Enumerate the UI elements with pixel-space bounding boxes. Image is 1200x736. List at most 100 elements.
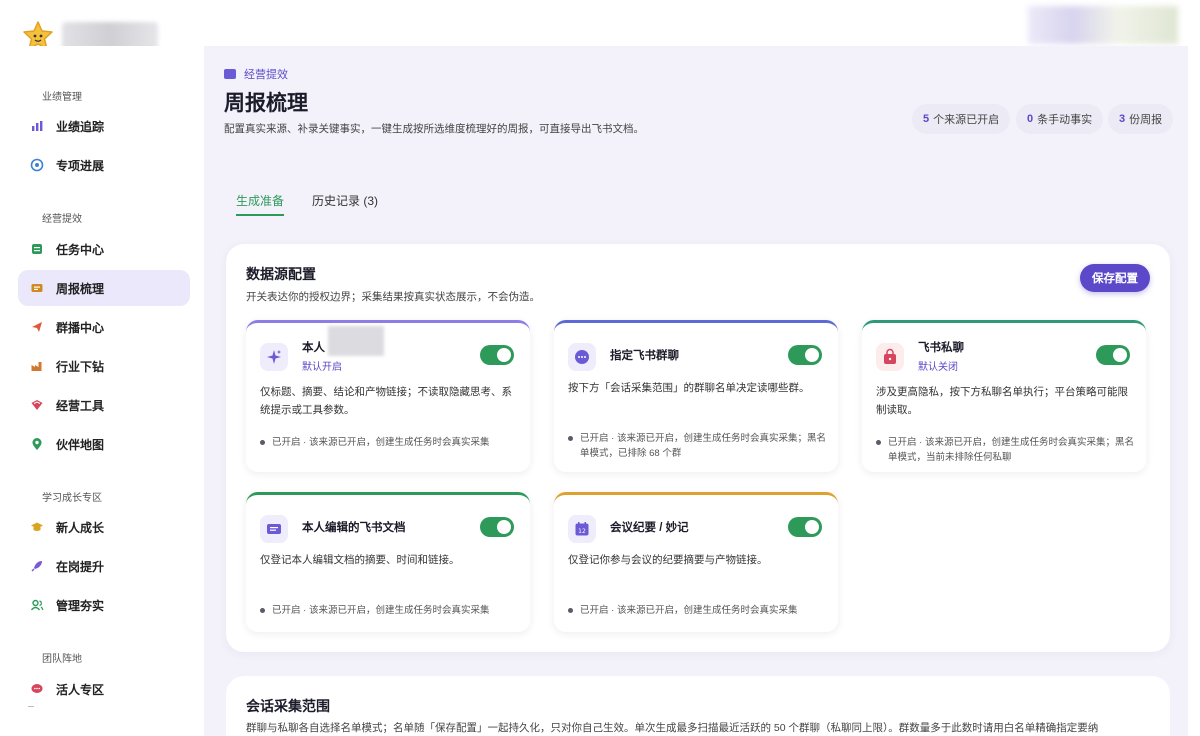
panel-title: 会话采集范围 — [246, 698, 330, 714]
factory-icon — [28, 357, 46, 375]
sidebar-section-label: 团队阵地 — [42, 654, 82, 665]
stat-label: 条手动事实 — [1037, 114, 1093, 126]
stat-manual-facts: 0 条手动事实 — [1016, 104, 1104, 134]
blurred-username — [328, 326, 384, 356]
sidebar-item-active-zone[interactable]: 活人专区 — [18, 671, 190, 707]
save-config-button[interactable]: 保存配置 — [1080, 264, 1150, 292]
card-status: 已开启 · 该来源已开启，创建生成任务时会真实采集 — [568, 603, 830, 618]
panel-description: 群聊与私聊各自选择名单模式；名单随「保存配置」一起持久化，只对你自己生效。单次生… — [246, 722, 1099, 734]
sidebar-item-management[interactable]: 管理夯实 — [18, 587, 190, 623]
conversation-scope-panel: 会话采集范围 群聊与私聊各自选择名单模式；名单随「保存配置」一起持久化，只对你自… — [226, 676, 1170, 736]
sidebar-item-label: 新人成长 — [56, 520, 105, 535]
source-card-group-chat: 指定飞书群聊 按下方「会话采集范围」的群聊名单决定读哪些群。 已开启 · 该来源… — [554, 320, 838, 472]
chat-group-icon — [568, 343, 596, 371]
source-toggle[interactable] — [480, 345, 514, 365]
tab-history[interactable]: 历史记录 (3) — [312, 192, 378, 209]
page-description: 配置真实来源、补录关键事实，一键生成按所选维度梳理好的周报，可直接导出飞书文档。 — [224, 123, 644, 135]
calendar-icon: 12 — [568, 515, 596, 543]
map-pin-icon — [28, 435, 46, 453]
sidebar-item-newcomer[interactable]: 新人成长 — [18, 509, 190, 545]
sidebar-item-label: 伙伴地图 — [56, 437, 105, 452]
sidebar-item-partner-map[interactable]: 伙伴地图 — [18, 426, 190, 462]
page-title: 周报梳理 — [224, 92, 308, 115]
card-subtitle: 默认开启 — [302, 362, 342, 373]
stat-label: 个来源已开启 — [933, 114, 1000, 126]
sidebar-item-label: 管理夯实 — [56, 598, 105, 613]
breadcrumb[interactable]: 经营提效 — [224, 66, 288, 82]
lock-bag-icon — [876, 343, 904, 371]
card-description: 仅登记你参与会议的纪要摘要与产物链接。 — [568, 554, 768, 566]
sidebar-item-industry[interactable]: 行业下钻 — [18, 348, 190, 384]
source-toggle[interactable] — [480, 517, 514, 537]
sidebar-item-tasks[interactable]: 任务中心 — [18, 231, 190, 267]
sparkle-icon — [260, 343, 288, 371]
sidebar-section-label: 业绩管理 — [42, 92, 82, 103]
source-toggle[interactable] — [788, 517, 822, 537]
card-description: 涉及更高隐私，按下方私聊名单执行；平台策略可能限制读取。 — [876, 386, 1128, 416]
svg-text:12: 12 — [578, 528, 586, 535]
sidebar: 业绩管理 业绩追踪 专项进展 经营提效 任务中心 周报梳理 群播中心 行业下钻 … — [0, 46, 204, 736]
tab-generate-prep[interactable]: 生成准备 — [236, 192, 284, 209]
panel-description: 开关表达你的授权边界；采集结果按真实状态展示，不会伪造。 — [246, 291, 540, 303]
card-subtitle: 默认关闭 — [918, 362, 958, 373]
blurred-user-area[interactable] — [1028, 6, 1178, 44]
sidebar-item-projects[interactable]: 专项进展 — [18, 147, 190, 183]
toolbox-icon — [28, 396, 46, 414]
sidebar-item-label: 活人专区 — [56, 682, 105, 697]
sidebar-item-label: 任务中心 — [56, 242, 105, 257]
sidebar-item-label: 业绩追踪 — [56, 119, 105, 134]
card-title: 会议纪要 / 妙记 — [610, 522, 689, 534]
data-source-panel: 数据源配置 开关表达你的授权边界；采集结果按真实状态展示，不会伪造。 保存配置 … — [226, 244, 1170, 652]
card-status: 已开启 · 该来源已开启，创建生成任务时会真实采集；黑名单模式，已排除 68 个… — [568, 431, 830, 461]
card-title: 指定飞书群聊 — [610, 350, 679, 362]
top-bar — [0, 0, 1200, 56]
sidebar-item-label: 经营工具 — [56, 398, 105, 413]
card-title: 本人 — [302, 342, 325, 354]
stat-sources-enabled: 5 个来源已开启 — [912, 104, 1011, 134]
stat-reports: 3 份周报 — [1108, 104, 1174, 134]
card-status: 已开启 · 该来源已开启，创建生成任务时会真实采集 — [260, 603, 522, 618]
stat-value: 3 — [1119, 113, 1126, 125]
source-toggle[interactable] — [788, 345, 822, 365]
sidebar-item-label: 行业下钻 — [56, 359, 105, 374]
source-card-self: 本人 默认开启 仅标题、摘要、结论和产物链接；不读取隐藏思考、系统提示或工具参数… — [246, 320, 530, 472]
source-card-private-chat: 飞书私聊 默认关闭 涉及更高隐私，按下方私聊名单执行；平台策略可能限制读取。 已… — [862, 320, 1146, 472]
sidebar-item-label: 专项进展 — [56, 158, 105, 173]
card-title: 本人编辑的飞书文档 — [302, 522, 406, 534]
sidebar-item-tools[interactable]: 经营工具 — [18, 387, 190, 423]
source-toggle[interactable] — [1096, 345, 1130, 365]
sidebar-item-broadcast[interactable]: 群播中心 — [18, 309, 190, 345]
target-icon — [28, 156, 46, 174]
send-icon — [28, 318, 46, 336]
active-tab-indicator — [236, 214, 284, 216]
source-card-meetings: 12 会议纪要 / 妙记 仅登记你参与会议的纪要摘要与产物链接。 已开启 · 该… — [554, 492, 838, 632]
task-list-icon — [28, 240, 46, 258]
stat-value: 5 — [923, 113, 930, 125]
panel-title: 数据源配置 — [246, 266, 316, 282]
stat-value: 0 — [1027, 113, 1034, 125]
sidebar-item-improvement[interactable]: 在岗提升 — [18, 548, 190, 584]
document-icon — [260, 515, 288, 543]
sidebar-item-label: 周报梳理 — [56, 281, 105, 296]
graduation-cap-icon — [28, 518, 46, 536]
card-description: 仅登记本人编辑文档的摘要、时间和链接。 — [260, 554, 460, 566]
stat-label: 份周报 — [1129, 114, 1163, 126]
card-description: 仅标题、摘要、结论和产物链接；不读取隐藏思考、系统提示或工具参数。 — [260, 386, 512, 416]
card-description: 按下方「会话采集范围」的群聊名单决定读哪些群。 — [568, 382, 810, 394]
sidebar-item-label: 在岗提升 — [56, 559, 105, 574]
breadcrumb-icon — [224, 69, 236, 79]
source-card-documents: 本人编辑的飞书文档 仅登记本人编辑文档的摘要、时间和链接。 已开启 · 该来源已… — [246, 492, 530, 632]
main-content: 经营提效 周报梳理 配置真实来源、补录关键事实，一键生成按所选维度梳理好的周报，… — [204, 46, 1188, 736]
report-icon — [28, 279, 46, 297]
rocket-icon — [28, 557, 46, 575]
users-icon — [28, 596, 46, 614]
sidebar-section-label: 学习成长专区 — [42, 493, 102, 504]
card-title: 飞书私聊 — [918, 342, 964, 354]
sidebar-item-performance[interactable]: 业绩追踪 — [18, 108, 190, 144]
sidebar-item-weekly-report[interactable]: 周报梳理 — [18, 270, 190, 306]
chat-bubble-icon — [28, 680, 46, 698]
sidebar-item-label: 群播中心 — [56, 320, 105, 335]
breadcrumb-label: 经营提效 — [244, 69, 288, 81]
card-status: 已开启 · 该来源已开启，创建生成任务时会真实采集 — [260, 435, 522, 450]
sidebar-section-label: 经营提效 — [42, 214, 82, 225]
